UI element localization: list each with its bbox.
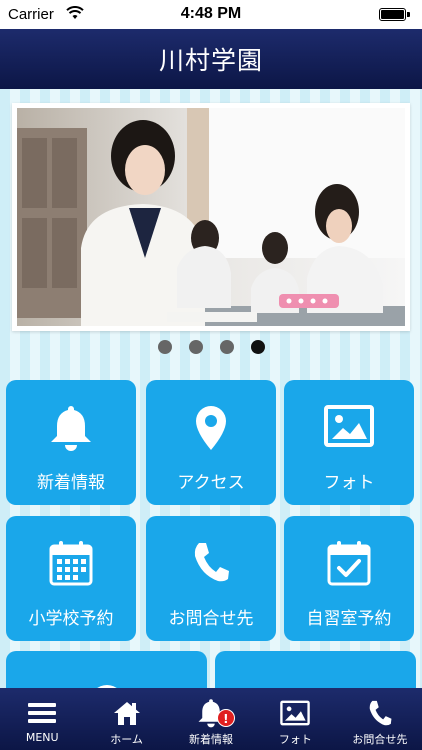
tile-contact[interactable]: お問合せ先 <box>146 516 276 641</box>
image-slider[interactable] <box>12 103 410 331</box>
photo-icon <box>279 698 311 728</box>
location-pin-icon <box>146 404 276 454</box>
pagination-dot[interactable] <box>219 340 234 354</box>
tile-elementary-reservation[interactable]: 小学校予約 <box>6 516 136 641</box>
main-content[interactable]: 新着情報 アクセス フォト 小学校予約 お問合せ先 自習室予約 <box>0 89 422 719</box>
page-title: 川村学園 <box>158 46 263 75</box>
nav-photo[interactable]: フォト <box>253 688 337 750</box>
pagination-dot[interactable] <box>157 340 172 354</box>
nav-label: ホーム <box>110 733 143 746</box>
nav-home[interactable]: ホーム <box>84 688 168 750</box>
pagination-dot[interactable] <box>188 340 203 354</box>
tile-news[interactable]: 新着情報 <box>6 380 136 505</box>
phone-icon <box>367 698 393 728</box>
tile-study-room-reservation[interactable]: 自習室予約 <box>284 516 414 641</box>
battery-tip <box>407 12 410 17</box>
nav-menu[interactable]: MENU <box>0 688 84 750</box>
nav-news[interactable]: ! 新着情報 <box>169 688 253 750</box>
tile-access[interactable]: アクセス <box>146 380 276 505</box>
tile-label: お問合せ先 <box>168 609 254 629</box>
tile-label: 新着情報 <box>37 473 105 493</box>
slider-pagination <box>0 340 422 356</box>
calendar-check-icon <box>284 540 414 590</box>
bell-icon <box>6 404 136 454</box>
classroom-photo <box>17 108 405 326</box>
nav-label: 新着情報 <box>189 733 234 746</box>
tile-label: 小学校予約 <box>28 609 114 629</box>
nav-label: お問合せ先 <box>352 733 408 746</box>
phone-icon <box>146 540 276 590</box>
calendar-icon <box>6 540 136 590</box>
app-header: 川村学園 <box>0 29 422 89</box>
home-icon <box>113 698 141 728</box>
tile-label: フォト <box>323 473 375 493</box>
battery-icon <box>379 8 406 21</box>
nav-label: フォト <box>278 733 312 746</box>
tile-label: 自習室予約 <box>306 609 392 629</box>
photo-icon <box>284 404 414 454</box>
clock: 4:48 PM <box>180 5 242 22</box>
nav-contact[interactable]: お問合せ先 <box>338 688 422 750</box>
hamburger-menu-icon <box>28 698 57 728</box>
bottom-tab-bar: MENU ホーム ! 新着情報 フォト お問合せ先 <box>0 688 422 750</box>
pagination-dot-active[interactable] <box>250 340 265 354</box>
nav-label: MENU <box>25 731 59 744</box>
tile-photo[interactable]: フォト <box>284 380 414 505</box>
status-bar: Carrier 4:48 PM <box>0 0 422 29</box>
notification-badge: ! <box>216 709 235 727</box>
tile-label: アクセス <box>177 473 245 493</box>
